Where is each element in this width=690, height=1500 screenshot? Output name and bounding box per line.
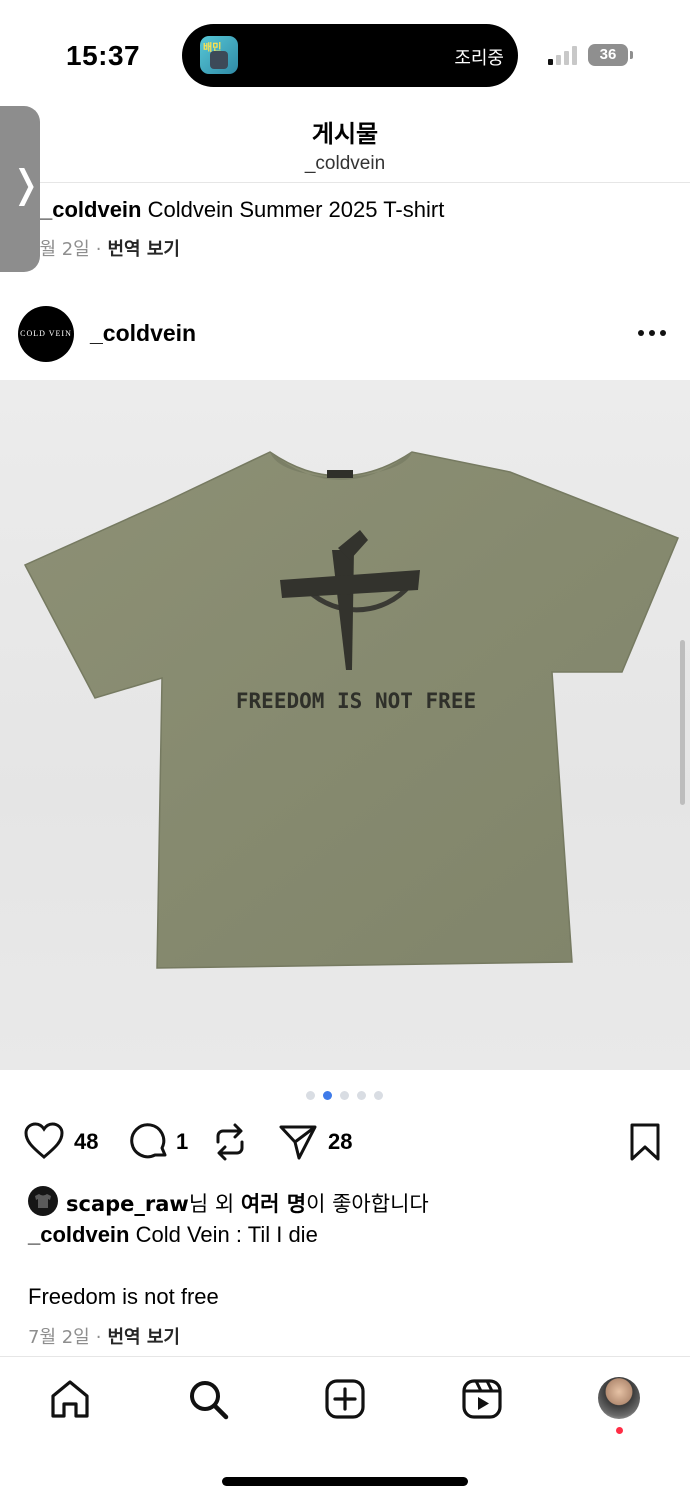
- page-header: 게시물 _coldvein: [0, 110, 690, 182]
- nav-search[interactable]: [186, 1377, 230, 1421]
- home-indicator[interactable]: [222, 1477, 468, 1486]
- post-meta: 7월 2일 · 번역 보기: [28, 1327, 180, 1348]
- repost-button[interactable]: [210, 1118, 252, 1166]
- live-activity-text: 조리중: [454, 48, 504, 69]
- comment-button[interactable]: 1: [130, 1118, 190, 1166]
- liked-by-others[interactable]: 여러 명: [241, 1192, 306, 1216]
- liked-by-suffix-2: 이 좋아합니다: [306, 1192, 429, 1216]
- post-username[interactable]: _coldvein: [90, 320, 196, 347]
- page-title: 게시물: [311, 120, 379, 148]
- dynamic-island[interactable]: 배민 조리중: [182, 24, 518, 87]
- share-button[interactable]: 28: [278, 1118, 368, 1166]
- scrollbar[interactable]: [680, 640, 685, 805]
- post-caption-line-2: Freedom is not free: [28, 1284, 219, 1309]
- more-options-icon[interactable]: [636, 330, 668, 338]
- carousel-dot: [374, 1091, 383, 1100]
- like-button[interactable]: 48: [24, 1118, 114, 1166]
- translate-link[interactable]: 번역 보기: [107, 1327, 180, 1348]
- nav-profile-avatar[interactable]: [598, 1377, 640, 1419]
- caption-text: Coldvein Summer 2025 T-shirt: [141, 197, 445, 222]
- bottom-nav: [0, 1357, 690, 1457]
- carousel-dot: [306, 1091, 315, 1100]
- nav-reels[interactable]: [460, 1377, 504, 1421]
- robot-icon: [210, 51, 228, 69]
- post-image[interactable]: FREEDOM IS NOT FREE: [0, 380, 690, 1070]
- repost-icon: [216, 1123, 244, 1161]
- liked-by-suffix: 님 외: [188, 1192, 241, 1216]
- liked-by-user[interactable]: scape_raw: [66, 1192, 189, 1216]
- like-count: 48: [74, 1129, 99, 1154]
- reels-icon: [462, 1379, 502, 1419]
- translate-link[interactable]: 번역 보기: [107, 239, 180, 260]
- page-subtitle[interactable]: _coldvein: [0, 153, 690, 175]
- search-icon: [190, 1381, 229, 1420]
- save-button[interactable]: [628, 1118, 664, 1166]
- post-date: 7월 2일: [28, 1327, 90, 1348]
- shirt-print-text: FREEDOM IS NOT FREE: [236, 689, 476, 713]
- send-icon: [279, 1125, 317, 1160]
- carousel-dot: [340, 1091, 349, 1100]
- home-icon: [51, 1380, 89, 1418]
- status-time: 15:37: [66, 40, 141, 71]
- header-divider: [0, 182, 690, 183]
- liked-by-text[interactable]: scape_raw님 외 여러 명이 좋아합니다: [66, 1188, 429, 1218]
- previous-post-meta: 7월 2일 · 번역 보기: [28, 239, 180, 260]
- delivery-app-icon: 배민: [200, 36, 238, 74]
- heart-icon: [24, 1122, 64, 1159]
- nav-home[interactable]: [48, 1377, 92, 1421]
- post-caption: _coldvein Cold Vein : Til I die: [28, 1222, 318, 1248]
- liked-by-avatar[interactable]: [28, 1186, 58, 1216]
- tshirt-icon: [35, 1194, 51, 1208]
- tshirt-photo: FREEDOM IS NOT FREE: [23, 451, 679, 969]
- share-count: 28: [328, 1129, 353, 1154]
- comment-icon: [130, 1123, 167, 1159]
- carousel-dot-active: [323, 1091, 332, 1100]
- previous-post-caption: _coldvein Coldvein Summer 2025 T-shirt: [40, 197, 444, 223]
- caption-text: Cold Vein : Til I die: [129, 1222, 318, 1247]
- signal-icon: [548, 45, 578, 65]
- carousel-dot: [357, 1091, 366, 1100]
- comment-count: 1: [176, 1129, 189, 1154]
- side-panel-handle[interactable]: ❭: [0, 106, 42, 272]
- notification-dot: [616, 1427, 623, 1434]
- post-action-bar: 48 1 28: [0, 1118, 690, 1166]
- battery-icon: 36: [588, 44, 628, 66]
- bookmark-icon: [630, 1123, 660, 1161]
- status-bar: 15:37 배민 조리중 36: [0, 0, 690, 110]
- caption-username[interactable]: _coldvein: [40, 197, 141, 222]
- create-icon: [325, 1379, 365, 1419]
- post-avatar[interactable]: COLD VEIN: [18, 306, 74, 362]
- chevron-right-icon: ❭: [10, 164, 42, 206]
- nav-create[interactable]: [323, 1377, 367, 1421]
- battery-nub: [630, 51, 633, 59]
- caption-username[interactable]: _coldvein: [28, 1222, 129, 1247]
